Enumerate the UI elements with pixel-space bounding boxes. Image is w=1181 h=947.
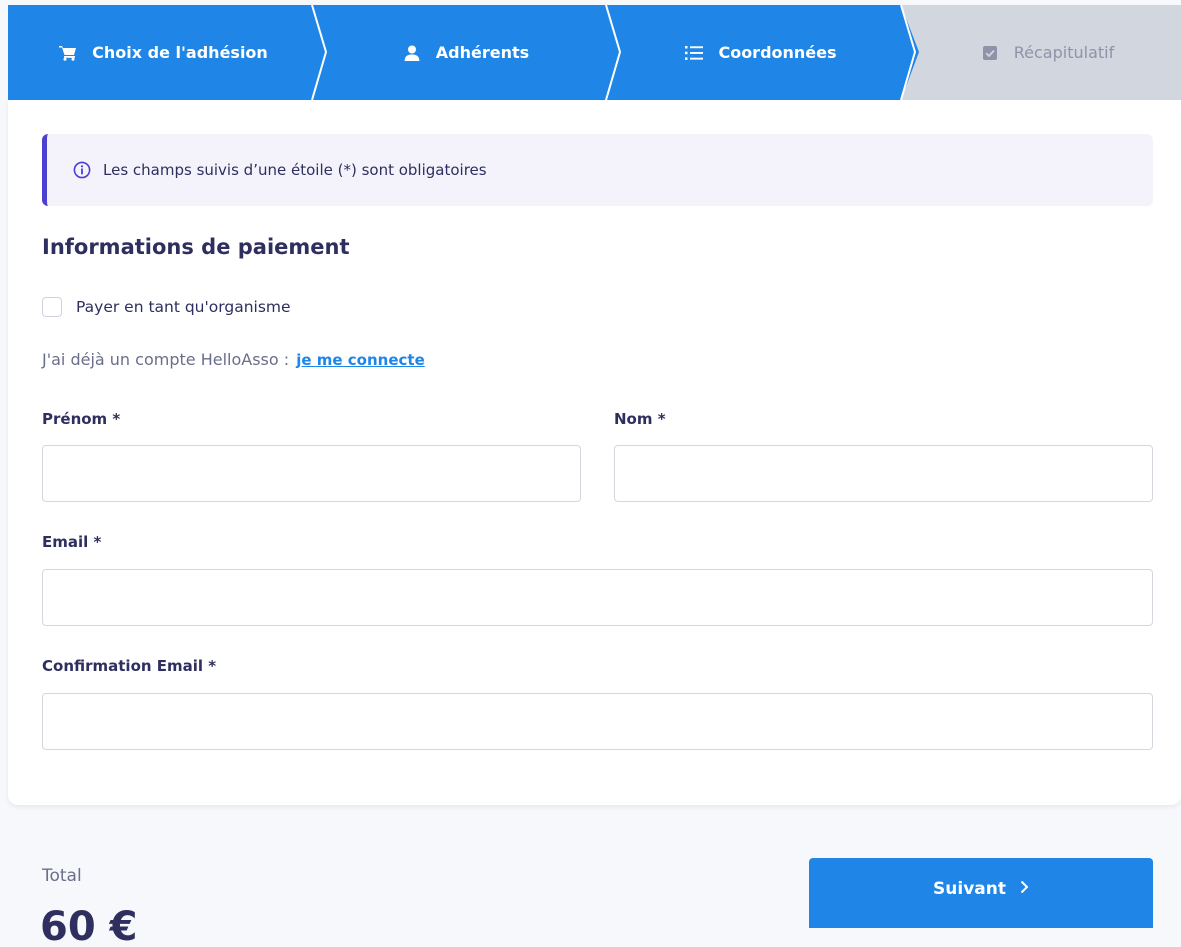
organism-checkbox-label: Payer en tant qu'organisme — [76, 298, 291, 316]
notice-text: Les champs suivis d’une étoile (*) sont … — [103, 161, 487, 179]
email-confirm-input[interactable] — [42, 693, 1153, 750]
info-icon — [73, 161, 91, 179]
section-title: Informations de paiement — [42, 235, 350, 259]
checkbox-icon — [980, 43, 1000, 63]
total-amount: 60 € — [40, 904, 138, 947]
first-name-input[interactable] — [42, 445, 581, 502]
checkout-stepper: Choix de l'adhésion Adhérents Coordonnée… — [8, 5, 1181, 100]
step-coordonnees[interactable]: Coordonnées — [613, 5, 908, 100]
step-adherents[interactable]: Adhérents — [318, 5, 613, 100]
account-text: J'ai déjà un compte HelloAsso : — [42, 350, 290, 369]
step-label: Coordonnées — [718, 43, 837, 62]
chevron-right-icon — [1020, 879, 1029, 899]
step-recapitulatif: Récapitulatif — [913, 5, 1181, 100]
step-label: Récapitulatif — [1013, 43, 1115, 62]
email-confirm-label: Confirmation Email * — [42, 657, 217, 675]
email-label: Email * — [42, 533, 102, 551]
last-name-input[interactable] — [614, 445, 1153, 502]
first-name-label: Prénom * — [42, 410, 121, 428]
required-fields-notice: Les champs suivis d’une étoile (*) sont … — [42, 134, 1153, 206]
cart-icon — [58, 43, 78, 63]
total-label: Total — [42, 866, 82, 886]
next-button[interactable]: Suivant — [809, 858, 1153, 928]
last-name-label: Nom * — [614, 410, 666, 428]
user-icon — [402, 43, 422, 63]
payment-form-card: Les champs suivis d’une étoile (*) sont … — [8, 100, 1181, 805]
step-label: Choix de l'adhésion — [92, 43, 268, 62]
organism-checkbox-row[interactable]: Payer en tant qu'organisme — [42, 297, 291, 317]
login-link[interactable]: je me connecte — [296, 351, 425, 369]
organism-checkbox[interactable] — [42, 297, 62, 317]
list-icon — [684, 43, 704, 63]
next-button-label: Suivant — [933, 879, 1006, 899]
account-login-line: J'ai déjà un compte HelloAsso : je me co… — [42, 350, 425, 369]
step-choix-adhesion[interactable]: Choix de l'adhésion — [8, 5, 318, 100]
step-label: Adhérents — [435, 43, 530, 62]
email-input[interactable] — [42, 569, 1153, 626]
